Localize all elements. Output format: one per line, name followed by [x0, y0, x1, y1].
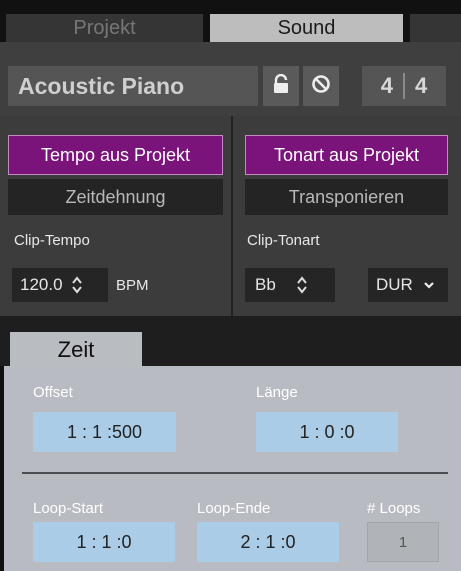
length-field[interactable]: 1 : 0 :0	[256, 412, 398, 452]
tab-projekt[interactable]: Projekt	[6, 14, 203, 42]
divider	[22, 472, 448, 474]
loop-start-field[interactable]: 1 : 1 :0	[33, 522, 175, 562]
ban-icon	[311, 74, 331, 99]
lock-open-icon	[272, 73, 290, 99]
tempo-stepper[interactable]: 120.0	[12, 268, 108, 302]
loop-start-label: Loop-Start	[33, 500, 104, 517]
offset-label: Offset	[33, 384, 73, 401]
key-stepper[interactable]: Bb	[245, 268, 335, 302]
key-mode-select[interactable]: DUR	[368, 268, 448, 302]
tab-more[interactable]	[410, 14, 461, 42]
spin-arrows-icon[interactable]	[71, 275, 83, 295]
key-mode-value: DUR	[376, 275, 413, 294]
loop-end-label: Loop-Ende	[197, 500, 271, 517]
lock-button[interactable]	[263, 66, 299, 106]
spin-arrows-icon[interactable]	[296, 275, 308, 295]
clip-key-label: Clip-Tonart	[247, 232, 320, 249]
loop-end-field[interactable]: 2 : 1 :0	[197, 522, 339, 562]
loops-label: # Loops	[367, 500, 421, 517]
transpose-button[interactable]: Transponieren	[245, 179, 448, 215]
time-signature-separator	[403, 73, 405, 99]
tempo-unit: BPM	[116, 277, 149, 294]
tab-sound[interactable]: Sound	[210, 14, 403, 42]
loops-count-field[interactable]: 1	[367, 522, 439, 562]
clip-name-field[interactable]: Acoustic Piano	[8, 66, 258, 106]
length-label: Länge	[256, 384, 298, 401]
time-signature-denominator: 4	[415, 73, 428, 98]
time-stretch-button[interactable]: Zeitdehnung	[8, 179, 223, 215]
time-signature-numerator: 4	[380, 73, 393, 98]
key-value: Bb	[255, 275, 276, 294]
chevron-down-icon	[423, 275, 435, 295]
ban-button[interactable]	[303, 66, 339, 106]
clip-tempo-label: Clip-Tempo	[14, 232, 90, 249]
offset-field[interactable]: 1 : 1 :500	[33, 412, 176, 452]
tempo-from-project-button[interactable]: Tempo aus Projekt	[8, 135, 223, 175]
key-from-project-button[interactable]: Tonart aus Projekt	[245, 135, 448, 175]
tempo-value: 120.0	[20, 275, 63, 294]
time-signature[interactable]: 4 4	[362, 66, 446, 106]
tab-zeit[interactable]: Zeit	[10, 332, 142, 368]
